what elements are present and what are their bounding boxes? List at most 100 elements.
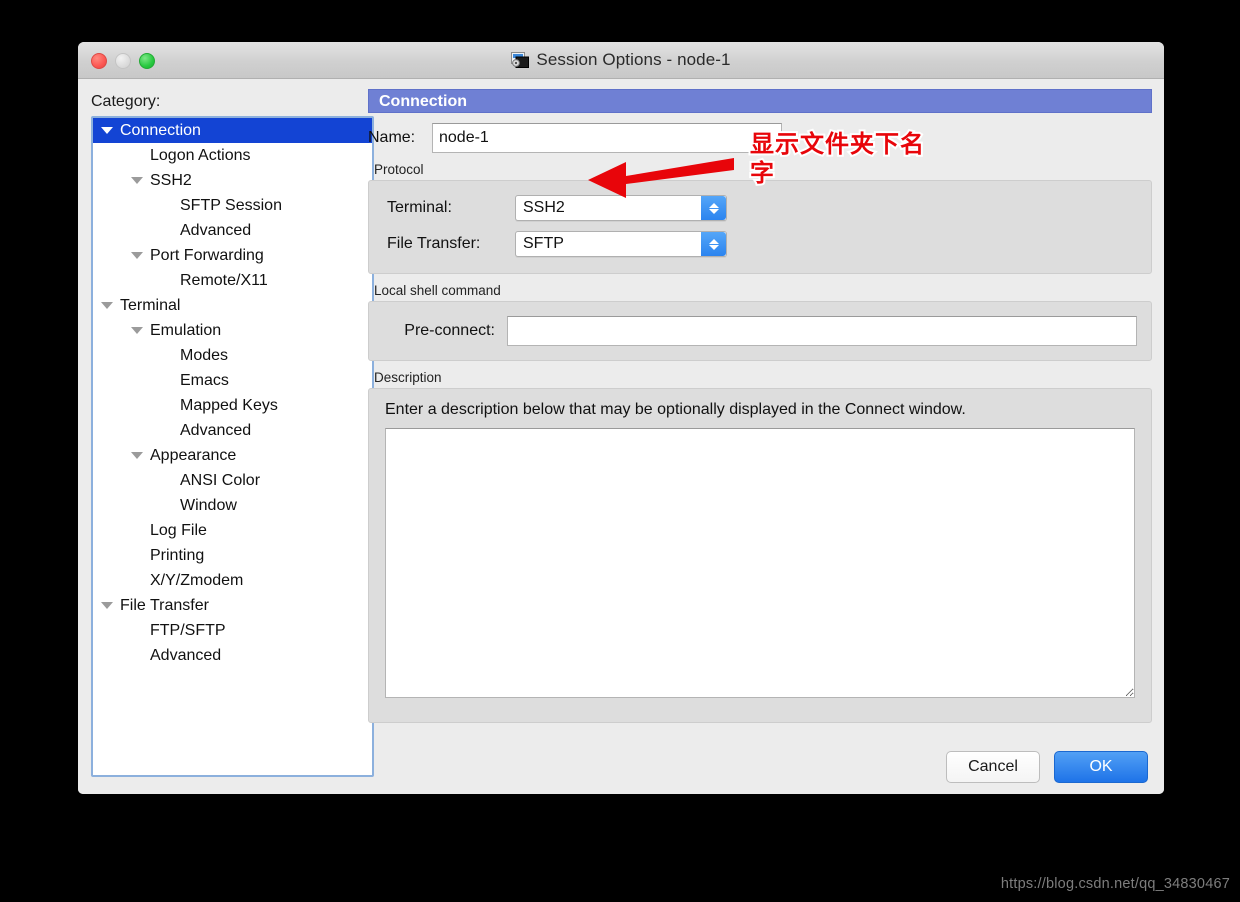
dialog-footer: Cancel OK xyxy=(946,751,1148,783)
terminal-row: Terminal: SSH2 xyxy=(387,195,1133,221)
terminal-select-value: SSH2 xyxy=(523,199,565,216)
zoom-button[interactable] xyxy=(139,53,155,69)
tree-item-advanced[interactable]: Advanced xyxy=(93,643,372,668)
tree-item-label: Printing xyxy=(150,547,205,564)
disclosure-triangle-icon[interactable] xyxy=(131,452,143,459)
tree-item-log-file[interactable]: Log File xyxy=(93,518,372,543)
tree-item-label: File Transfer xyxy=(120,597,209,614)
tree-item-label: Appearance xyxy=(150,447,237,464)
name-label: Name: xyxy=(368,129,416,146)
ok-button[interactable]: OK xyxy=(1054,751,1148,783)
tree-item-label: X/Y/Zmodem xyxy=(150,572,244,589)
terminal-select[interactable]: SSH2 xyxy=(515,195,727,221)
tree-item-label: FTP/SFTP xyxy=(150,622,226,639)
tree-item-emacs[interactable]: Emacs xyxy=(93,368,372,393)
disclosure-triangle-icon[interactable] xyxy=(101,127,113,134)
file-transfer-label: File Transfer: xyxy=(387,235,481,252)
tree-item-label: SSH2 xyxy=(150,172,192,189)
description-textarea[interactable] xyxy=(385,428,1135,698)
tree-item-sftp-session[interactable]: SFTP Session xyxy=(93,193,372,218)
disclosure-triangle-icon[interactable] xyxy=(101,302,113,309)
minimize-button[interactable] xyxy=(115,53,131,69)
session-options-window: Session Options - node-1 Category: Conne… xyxy=(78,42,1164,794)
tree-item-logon-actions[interactable]: Logon Actions xyxy=(93,143,372,168)
disclosure-triangle-icon[interactable] xyxy=(131,252,143,259)
session-window-icon xyxy=(511,52,530,68)
tree-item-remote-x11[interactable]: Remote/X11 xyxy=(93,268,372,293)
tree-item-appearance[interactable]: Appearance xyxy=(93,443,372,468)
tree-item-terminal[interactable]: Terminal xyxy=(93,293,372,318)
chevron-updown-icon[interactable] xyxy=(701,196,726,220)
tree-item-window[interactable]: Window xyxy=(93,493,372,518)
tree-item-printing[interactable]: Printing xyxy=(93,543,372,568)
tree-item-label: Emacs xyxy=(180,372,229,389)
tree-item-emulation[interactable]: Emulation xyxy=(93,318,372,343)
tree-item-advanced[interactable]: Advanced xyxy=(93,218,372,243)
window-title: Session Options - node-1 xyxy=(536,50,731,69)
tree-item-connection[interactable]: Connection xyxy=(93,118,372,143)
tree-item-label: Connection xyxy=(120,122,201,139)
pane-header: Connection xyxy=(368,89,1152,113)
tree-item-label: Log File xyxy=(150,522,207,539)
window-titlebar: Session Options - node-1 xyxy=(78,42,1164,79)
window-controls xyxy=(91,53,155,69)
close-button[interactable] xyxy=(91,53,107,69)
window-body: Category: Connection Logon Actions SSH2 SFT… xyxy=(78,79,1164,794)
description-hint: Enter a description below that may be op… xyxy=(385,401,966,418)
tree-item-label: Remote/X11 xyxy=(180,272,268,289)
tree-item-mapped-keys[interactable]: Mapped Keys xyxy=(93,393,372,418)
pre-connect-input[interactable] xyxy=(507,316,1137,346)
screen: Session Options - node-1 Category: Conne… xyxy=(0,0,1240,902)
tree-item-label: Port Forwarding xyxy=(150,247,264,264)
tree-item-label: Mapped Keys xyxy=(180,397,278,414)
tree-item-port-forwarding[interactable]: Port Forwarding xyxy=(93,243,372,268)
tree-item-label: Logon Actions xyxy=(150,147,251,164)
tree-item-ftp-sftp[interactable]: FTP/SFTP xyxy=(93,618,372,643)
tree-item-ssh2[interactable]: SSH2 xyxy=(93,168,372,193)
name-input[interactable] xyxy=(432,123,782,153)
disclosure-triangle-icon[interactable] xyxy=(131,327,143,334)
category-tree[interactable]: Connection Logon Actions SSH2 SFTP Session A… xyxy=(91,116,374,777)
tree-item-x-y-zmodem[interactable]: X/Y/Zmodem xyxy=(93,568,372,593)
chevron-updown-icon[interactable] xyxy=(701,232,726,256)
disclosure-triangle-icon[interactable] xyxy=(101,602,113,609)
tree-item-label: Advanced xyxy=(180,422,252,439)
name-row: Name: xyxy=(368,123,1152,153)
tree-item-label: Emulation xyxy=(150,322,222,339)
watermark: https://blog.csdn.net/qq_34830467 xyxy=(1000,876,1230,892)
tree-item-label: Advanced xyxy=(150,647,222,664)
tree-item-modes[interactable]: Modes xyxy=(93,343,372,368)
tree-item-label: Modes xyxy=(180,347,229,364)
local-shell-group-title: Local shell command xyxy=(374,283,501,298)
tree-item-label: ANSI Color xyxy=(180,472,261,489)
connection-pane: Connection Name: Protocol Terminal: SSH2 xyxy=(368,89,1152,749)
description-group-title: Description xyxy=(374,370,442,385)
tree-item-ansi-color[interactable]: ANSI Color xyxy=(93,468,372,493)
file-transfer-select-value: SFTP xyxy=(523,235,564,252)
tree-item-advanced[interactable]: Advanced xyxy=(93,418,372,443)
cancel-button[interactable]: Cancel xyxy=(946,751,1040,783)
pre-connect-label: Pre-connect: xyxy=(404,322,495,339)
file-transfer-select[interactable]: SFTP xyxy=(515,231,727,257)
tree-item-label: SFTP Session xyxy=(180,197,282,214)
tree-item-label: Advanced xyxy=(180,222,252,239)
tree-item-file-transfer[interactable]: File Transfer xyxy=(93,593,372,618)
disclosure-triangle-icon[interactable] xyxy=(131,177,143,184)
protocol-group-title: Protocol xyxy=(374,162,424,177)
file-transfer-row: File Transfer: SFTP xyxy=(387,231,1133,257)
category-label: Category: xyxy=(91,93,161,110)
description-group: Enter a description below that may be op… xyxy=(368,388,1152,723)
protocol-group: Terminal: SSH2 File Transfer: SFTP xyxy=(368,180,1152,274)
